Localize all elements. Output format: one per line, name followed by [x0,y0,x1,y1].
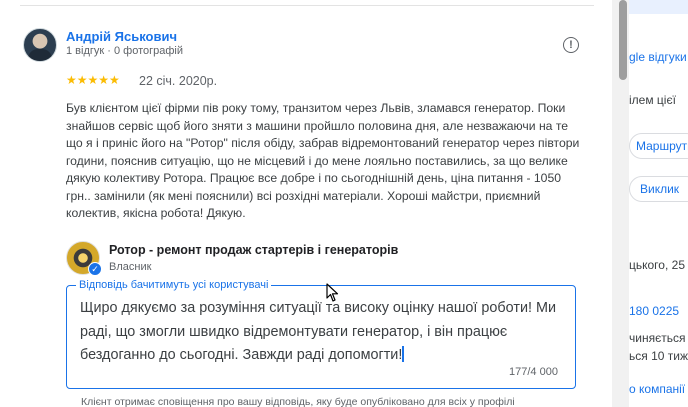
mouse-cursor-icon [326,283,339,302]
scrollbar-thumb[interactable] [619,0,627,80]
owner-name: Ротор - ремонт продаж стартерів і генера… [109,243,399,257]
verified-check-icon: ✓ [88,262,102,276]
rating-stars: ★★★★★ [66,73,120,87]
char-counter: 177/4 000 [509,366,558,378]
reply-text-value[interactable]: Щиро дякуємо за розуміння ситуації та ви… [80,300,556,363]
side-about-link[interactable]: о компанії [629,382,685,396]
side-text: ілем цієї [629,93,676,107]
author-name[interactable]: Андрій Яськович [66,29,177,44]
reply-text[interactable]: Щиро дякуємо за розуміння ситуації та ви… [80,297,565,368]
review-text: Був клієнтом цієї фірми пів року тому, т… [66,101,580,220]
review-reply-panel: Андрій Яськович 1 відгук · 0 фотографій … [0,0,612,407]
owner-role: Власник [109,261,152,273]
side-phone[interactable]: 180 0225 [629,304,679,318]
text-caret [402,346,404,362]
side-top-button[interactable] [629,0,688,14]
side-reviews-link[interactable]: gle відгуки [629,50,687,64]
background-business-panel: gle відгуки ілем цієї Маршрути Виклик ць… [629,0,688,407]
author-avatar[interactable] [23,28,57,62]
side-address: цького, 25 [629,258,685,272]
route-button[interactable]: Маршрути [629,133,688,159]
side-text: ься 10 тиж [629,349,688,363]
reply-note: Клієнт отримає сповіщення про вашу відпо… [81,396,515,407]
reply-input-label: Відповідь бачитимуть усі користувачі [76,279,272,291]
review-date: 22 січ. 2020р. [139,74,218,88]
side-text: чиняється [629,331,686,345]
divider [20,5,594,6]
report-review-icon[interactable]: ! [563,37,579,53]
author-meta: 1 відгук · 0 фотографій [66,45,183,57]
call-button[interactable]: Виклик [629,176,688,202]
